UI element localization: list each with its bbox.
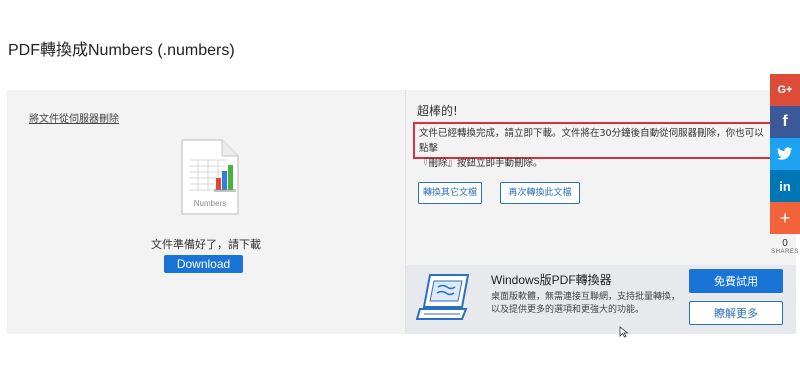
download-pane: 將文件從伺服器刪除 Numbers 文件準備好了，請下載 Download [7,90,405,334]
linkedin-share-button[interactable]: in [770,170,800,202]
share-count: 0 [782,238,788,249]
promo-description: 桌面版軟體，無需連接互聯網，支持批量轉換，以及提供更多的選項和更強大的功能。 [491,292,681,315]
facebook-share-button[interactable]: f [770,106,800,138]
numbers-file-icon: Numbers [174,138,244,218]
file-icon-label: Numbers [194,199,226,208]
delete-from-server-link[interactable]: 將文件從伺服器刪除 [29,110,119,125]
page-title: PDF轉換成Numbers (.numbers) [8,42,235,59]
download-button[interactable]: Download [164,255,243,273]
twitter-share-button[interactable] [770,138,800,170]
shares-label: SHARES [771,249,799,255]
laptop-icon [415,271,476,325]
success-title: 超棒的! [417,104,458,118]
convert-again-button[interactable]: 再次轉換此文檔 [500,182,580,204]
learn-more-button[interactable]: 瞭解更多 [689,301,783,325]
free-trial-button[interactable]: 免費試用 [689,269,783,293]
conversion-notice: 文件已經轉換完成，請立即下載。文件將在30分鐘後自動從伺服器刪除，你也可以點擊 … [413,122,775,169]
notice-line-1: 文件已經轉換完成，請立即下載。文件將在30分鐘後自動從伺服器刪除，你也可以點擊 [419,128,764,154]
notice-line-2: 『刪除』按鈕立即手動刪除。 [419,158,543,169]
more-share-button[interactable]: + [770,202,800,234]
desktop-promo: Windows版PDF轉換器 桌面版軟體，無需連接互聯網，支持批量轉換，以及提供… [406,265,796,334]
promo-title: Windows版PDF轉換器 [491,273,612,287]
cursor-icon [619,323,629,338]
social-share-bar: G+ f in + 0 SHARES [770,74,800,255]
google-plus-share-button[interactable]: G+ [770,74,800,106]
convert-other-button[interactable]: 轉換其它文檔 [418,182,482,204]
twitter-icon [777,147,793,160]
conversion-result-panel: 將文件從伺服器刪除 Numbers 文件準備好了，請下載 Download 超棒… [7,90,796,334]
ready-message: 文件準備好了，請下載 [151,238,261,251]
